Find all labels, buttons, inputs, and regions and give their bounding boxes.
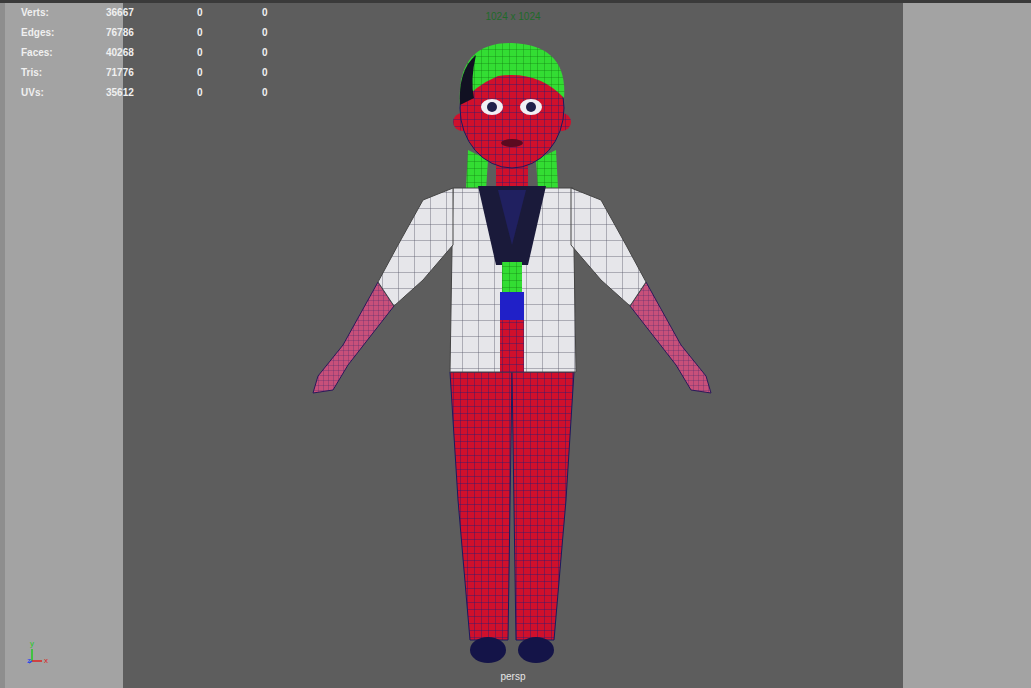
legs [450, 372, 512, 640]
hud-value: 35612 [106, 83, 197, 103]
right-eye [520, 99, 542, 115]
maya-viewport: 1024 x 1024perspVerts:3666700Edges:76786… [0, 0, 1031, 688]
left-gate-mask [0, 3, 123, 688]
axis-indicator: yzx [26, 640, 56, 670]
hair [460, 43, 565, 105]
hud-value: 0 [197, 3, 262, 23]
tie-blue [500, 292, 524, 320]
tie-green [502, 262, 522, 292]
hud-value: 0 [262, 23, 268, 43]
right-forearm [630, 282, 711, 393]
hud-label: Verts: [21, 3, 106, 23]
hud-value: 0 [197, 63, 262, 83]
hud-stats: Verts:3666700Edges:7678600Faces:4026800T… [21, 3, 268, 103]
character-mesh[interactable] [303, 40, 723, 670]
hud-value: 0 [197, 83, 262, 103]
right-shoe [518, 637, 554, 663]
hud-value: 0 [262, 3, 268, 23]
hud-value: 0 [262, 43, 268, 63]
hud-value: 0 [197, 23, 262, 43]
left-eye [481, 99, 503, 115]
hud-value: 0 [197, 43, 262, 63]
left-forearm [313, 282, 394, 393]
hud-value: 36667 [106, 3, 197, 23]
resolution-label: 1024 x 1024 [485, 3, 540, 23]
hud-label: Edges: [21, 23, 106, 43]
hud-value: 71776 [106, 63, 197, 83]
hud-label: UVs: [21, 83, 106, 103]
resolution-gate[interactable]: 1024 x 1024 persp [123, 3, 903, 688]
hud-value: 0 [262, 63, 268, 83]
left-shoe [470, 637, 506, 663]
hud-label: Tris: [21, 63, 106, 83]
shirt [450, 188, 576, 372]
collar [478, 186, 546, 265]
hud-value: 40268 [106, 43, 197, 63]
hud-value: 0 [262, 83, 268, 103]
right-gate-mask [903, 3, 1031, 688]
camera-label: persp [500, 671, 525, 683]
mouth [501, 139, 523, 147]
hud-label: Faces: [21, 43, 106, 63]
hud-value: 76786 [106, 23, 197, 43]
